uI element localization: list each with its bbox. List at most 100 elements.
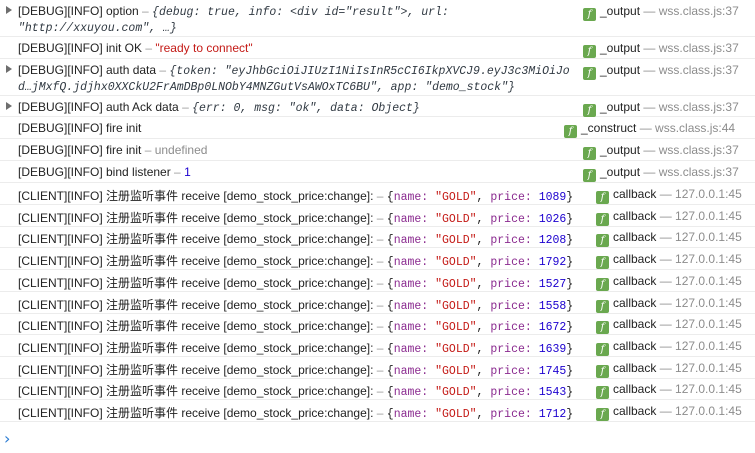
object-preview[interactable]: {name: "GOLD", price: 1026} xyxy=(387,213,573,226)
value-name: "GOLD" xyxy=(435,234,477,248)
source-function: _output xyxy=(600,4,641,18)
source-link[interactable]: f callback — 127.0.0.1:45 xyxy=(596,187,742,204)
console-prompt-chevron-icon[interactable]: › xyxy=(4,431,10,447)
source-link[interactable]: f callback — 127.0.0.1:45 xyxy=(596,209,742,226)
log-row-client: [CLIENT][INFO] 注册监听事件 receive [demo_stoc… xyxy=(0,378,755,401)
log-text: [DEBUG][INFO] fire init xyxy=(18,143,142,157)
log-row-option: [DEBUG][INFO] option – {debug: true, inf… xyxy=(0,0,755,37)
object-preview[interactable]: {name: "GOLD", price: 1089} xyxy=(387,191,573,204)
source-link[interactable]: f callback — 127.0.0.1:45 xyxy=(596,404,742,421)
object-preview[interactable]: {name: "GOLD", price: 1639} xyxy=(387,343,573,356)
source-function: callback xyxy=(613,382,657,397)
object-preview[interactable]: {name: "GOLD", price: 1208} xyxy=(387,234,573,247)
function-icon: f xyxy=(596,191,609,204)
source-file[interactable]: wss.class.js:37 xyxy=(659,143,739,157)
log-text: [DEBUG][INFO] init OK xyxy=(18,41,143,55)
source-link[interactable]: f _output — wss.class.js:37 xyxy=(583,165,739,182)
source-link[interactable]: f _output — wss.class.js:37 xyxy=(583,4,739,21)
value-name: "GOLD" xyxy=(435,212,477,226)
source-link[interactable]: f _output — wss.class.js:37 xyxy=(583,63,739,80)
function-icon: f xyxy=(583,104,596,117)
object-preview[interactable]: {name: "GOLD", price: 1745} xyxy=(387,365,573,378)
value-name: "GOLD" xyxy=(435,342,477,356)
source-link[interactable]: f callback — 127.0.0.1:45 xyxy=(596,339,742,356)
object-preview[interactable]: {name: "GOLD", price: 1543} xyxy=(387,386,573,399)
source-file[interactable]: 127.0.0.1:45 xyxy=(675,296,742,310)
source-link[interactable]: f callback — 127.0.0.1:45 xyxy=(596,296,742,313)
function-icon: f xyxy=(596,364,609,378)
object-preview[interactable]: {name: "GOLD", price: 1527} xyxy=(387,278,573,291)
source-link[interactable]: f callback — 127.0.0.1:45 xyxy=(596,382,742,400)
value-price: 1745 xyxy=(538,364,567,378)
source-function: callback xyxy=(613,187,657,201)
key-name: name: xyxy=(393,408,429,421)
log-message: [CLIENT][INFO] 注册监听事件 receive [demo_stoc… xyxy=(18,404,573,421)
log-row-bind-listener: [DEBUG][INFO] bind listener – 1 f _output… xyxy=(0,161,755,183)
log-message: [DEBUG][INFO] option – {debug: true, inf… xyxy=(18,4,578,36)
source-file[interactable]: wss.class.js:37 xyxy=(659,4,739,18)
function-icon: f xyxy=(583,45,596,58)
source-function: callback xyxy=(613,404,657,418)
function-icon: f xyxy=(596,277,609,291)
log-row-fire-init-undefined: [DEBUG][INFO] fire init – undefined f _ou… xyxy=(0,139,755,161)
source-file[interactable]: wss.class.js:44 xyxy=(655,121,735,135)
source-function: callback xyxy=(613,208,657,223)
object-preview[interactable]: {err: 0, msg: "ok", data: Object} xyxy=(192,102,420,115)
log-message: [DEBUG][INFO] fire init xyxy=(18,121,141,135)
object-preview[interactable]: {name: "GOLD", price: 1712} xyxy=(387,408,573,421)
value-price: 1672 xyxy=(538,321,567,335)
source-file[interactable]: wss.class.js:37 xyxy=(659,63,739,77)
source-file[interactable]: wss.class.js:37 xyxy=(659,100,739,114)
source-file[interactable]: 127.0.0.1:45 xyxy=(675,209,742,223)
source-file[interactable]: 127.0.0.1:45 xyxy=(675,382,742,396)
object-preview[interactable]: {name: "GOLD", price: 1672} xyxy=(387,321,573,334)
source-link[interactable]: f _output — wss.class.js:37 xyxy=(583,100,739,117)
source-file[interactable]: wss.class.js:37 xyxy=(659,41,739,55)
separator: – xyxy=(156,63,170,77)
source-file[interactable]: 127.0.0.1:45 xyxy=(675,274,742,288)
source-link[interactable]: f _output — wss.class.js:37 xyxy=(583,41,739,58)
log-row-client: [CLIENT][INFO] 注册监听事件 receive [demo_stoc… xyxy=(0,205,755,227)
source-link[interactable]: f callback — 127.0.0.1:45 xyxy=(596,317,742,335)
key-name: name: xyxy=(393,364,429,378)
function-icon: f xyxy=(583,169,596,182)
expand-triangle-icon[interactable] xyxy=(6,6,12,14)
object-preview[interactable]: {name: "GOLD", price: 1792} xyxy=(387,256,573,269)
source-link[interactable]: f callback — 127.0.0.1:45 xyxy=(596,361,742,378)
expand-triangle-icon[interactable] xyxy=(6,65,12,73)
separator: – xyxy=(170,165,185,179)
source-file[interactable]: 127.0.0.1:45 xyxy=(675,252,742,266)
value-price: 1792 xyxy=(538,256,567,270)
source-link[interactable]: f callback — 127.0.0.1:45 xyxy=(596,274,742,291)
value-name: "GOLD" xyxy=(435,408,477,421)
source-file[interactable]: 127.0.0.1:45 xyxy=(675,361,742,375)
key-name: name: xyxy=(393,212,429,226)
source-file[interactable]: 127.0.0.1:45 xyxy=(675,317,742,331)
source-file[interactable]: 127.0.0.1:45 xyxy=(675,339,742,353)
source-link[interactable]: f callback — 127.0.0.1:45 xyxy=(596,230,742,248)
source-function: callback xyxy=(613,295,657,310)
source-link[interactable]: f callback — 127.0.0.1:45 xyxy=(596,252,742,270)
source-file[interactable]: 127.0.0.1:45 xyxy=(675,187,742,201)
function-icon: f xyxy=(596,212,609,226)
source-file[interactable]: wss.class.js:37 xyxy=(659,165,739,179)
key-price: price: xyxy=(490,256,532,270)
log-row-client: [CLIENT][INFO] 注册监听事件 receive [demo_stoc… xyxy=(0,335,755,357)
separator: – xyxy=(373,275,387,290)
expand-triangle-icon[interactable] xyxy=(6,102,12,110)
key-name: name: xyxy=(393,234,429,248)
source-link[interactable]: f _output — wss.class.js:37 xyxy=(583,143,739,160)
source-function: _construct xyxy=(581,121,637,135)
source-link[interactable]: f _construct — wss.class.js:44 xyxy=(564,121,735,138)
key-name: name: xyxy=(393,299,429,313)
value-name: "GOLD" xyxy=(435,364,477,378)
function-icon: f xyxy=(596,386,609,400)
function-icon: f xyxy=(583,67,596,80)
object-preview[interactable]: {name: "GOLD", price: 1558} xyxy=(387,300,573,313)
source-file[interactable]: 127.0.0.1:45 xyxy=(675,230,742,244)
source-file[interactable]: 127.0.0.1:45 xyxy=(675,404,742,418)
log-row-client: [CLIENT][INFO] 注册监听事件 receive [demo_stoc… xyxy=(0,357,755,379)
separator: – xyxy=(178,100,193,114)
separator: – xyxy=(373,232,387,247)
log-row-client: [CLIENT][INFO] 注册监听事件 receive [demo_stoc… xyxy=(0,270,755,292)
